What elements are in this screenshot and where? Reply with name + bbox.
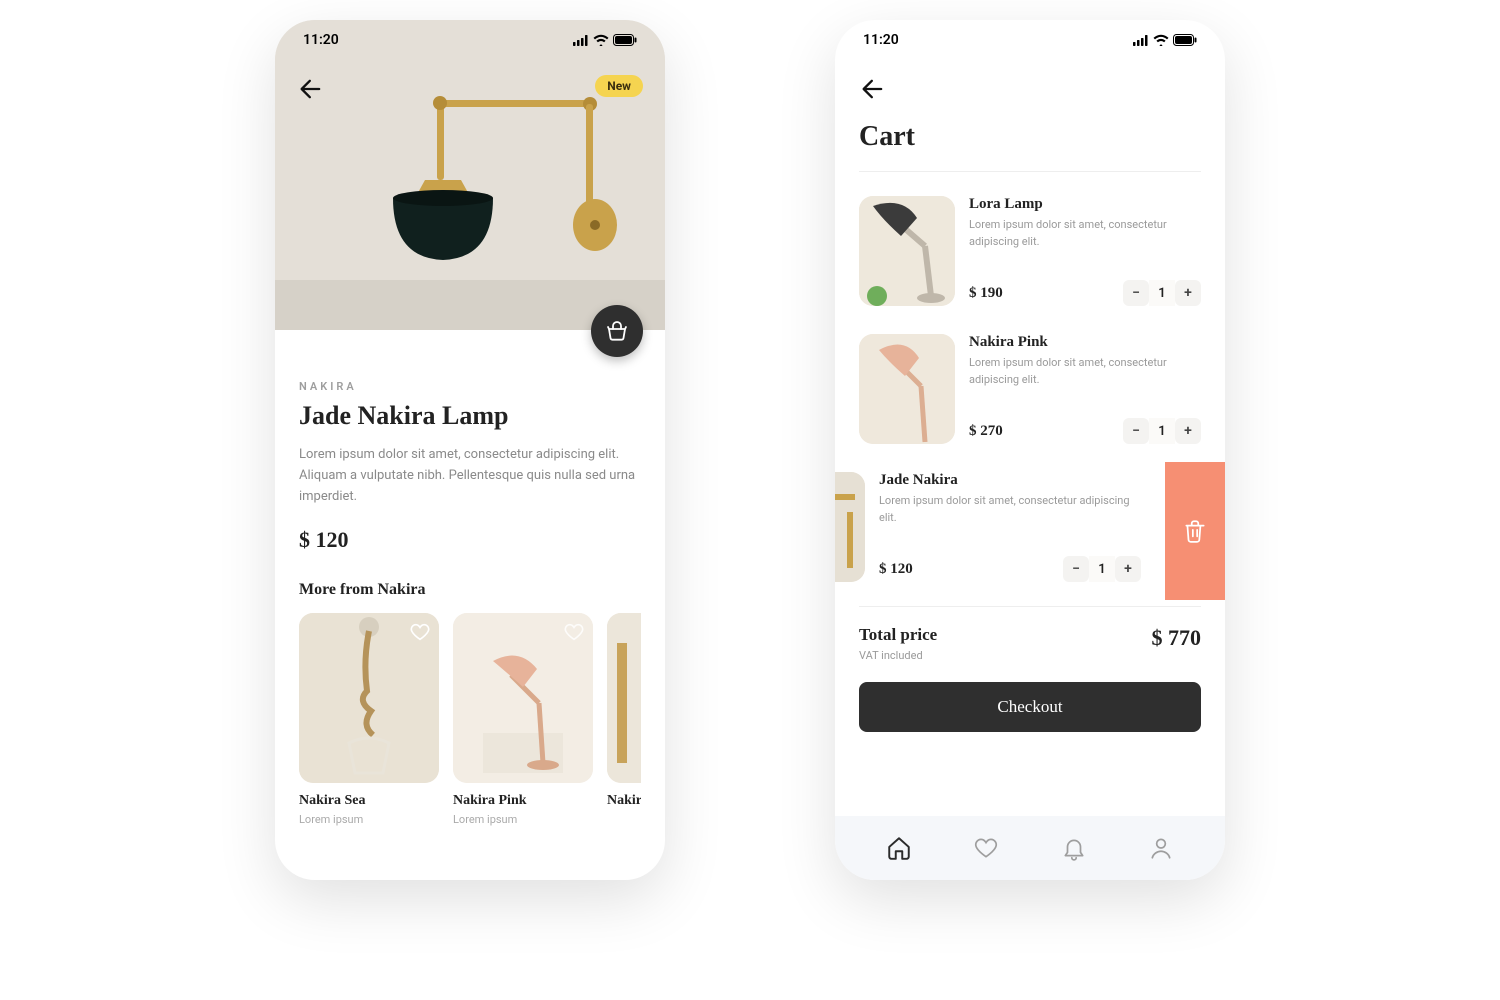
related-image bbox=[299, 613, 439, 783]
checkout-button[interactable]: Checkout bbox=[859, 682, 1201, 732]
status-bar: 11:20 bbox=[835, 20, 1225, 60]
related-sub: Lorem ipsum bbox=[299, 813, 439, 826]
related-name: Nakira Sea bbox=[299, 793, 439, 809]
related-sub: Lorem ipsum bbox=[453, 813, 593, 826]
status-time: 11:20 bbox=[303, 32, 339, 48]
cart-item-image bbox=[859, 196, 955, 306]
bell-icon bbox=[1061, 835, 1087, 861]
bottom-nav bbox=[835, 816, 1225, 880]
related-name: Nakira G bbox=[607, 793, 641, 809]
quantity-value: 1 bbox=[1089, 556, 1115, 582]
heart-icon[interactable] bbox=[409, 621, 431, 643]
new-badge: New bbox=[595, 75, 643, 97]
cart-item: Nakira Pink Lorem ipsum dolor sit amet, … bbox=[859, 324, 1201, 462]
total-label: Total price bbox=[859, 625, 937, 645]
cart-item-name: Jade Nakira bbox=[879, 472, 1141, 489]
cart-screen: 11:20 Cart L bbox=[835, 20, 1225, 880]
related-image bbox=[607, 613, 641, 783]
product-image bbox=[275, 20, 665, 330]
cart-item-image bbox=[859, 334, 955, 444]
nav-favorites[interactable] bbox=[973, 835, 999, 861]
basket-icon bbox=[605, 319, 629, 343]
related-card[interactable]: Nakira G bbox=[607, 613, 641, 826]
cart-item-desc: Lorem ipsum dolor sit amet, consectetur … bbox=[879, 493, 1141, 526]
trash-icon bbox=[1182, 518, 1208, 544]
back-button[interactable] bbox=[859, 75, 887, 103]
increase-button[interactable]: + bbox=[1175, 418, 1201, 444]
quantity-value: 1 bbox=[1149, 280, 1175, 306]
battery-icon bbox=[1173, 34, 1197, 46]
cart-item-name: Lora Lamp bbox=[969, 196, 1201, 213]
totals-row: Total price VAT included $ 770 bbox=[859, 606, 1201, 666]
wifi-icon bbox=[593, 34, 609, 46]
total-sub: VAT included bbox=[859, 649, 937, 662]
cart-item-desc: Lorem ipsum dolor sit amet, consectetur … bbox=[969, 217, 1201, 250]
related-card[interactable]: Nakira Pink Lorem ipsum bbox=[453, 613, 593, 826]
status-icons bbox=[1133, 34, 1197, 46]
home-icon bbox=[886, 835, 912, 861]
decrease-button[interactable]: − bbox=[1123, 280, 1149, 306]
product-description: Lorem ipsum dolor sit amet, consectetur … bbox=[299, 445, 641, 507]
brand-label: NAKIRA bbox=[299, 380, 641, 393]
product-details: NAKIRA Jade Nakira Lamp Lorem ipsum dolo… bbox=[275, 330, 665, 826]
related-image bbox=[453, 613, 593, 783]
decrease-button[interactable]: − bbox=[1063, 556, 1089, 582]
quantity-stepper: − 1 + bbox=[1063, 556, 1141, 582]
quantity-stepper: − 1 + bbox=[1123, 418, 1201, 444]
product-title: Jade Nakira Lamp bbox=[299, 401, 641, 431]
heart-icon[interactable] bbox=[563, 621, 585, 643]
status-bar: 11:20 bbox=[275, 20, 665, 60]
battery-icon bbox=[613, 34, 637, 46]
increase-button[interactable]: + bbox=[1115, 556, 1141, 582]
add-to-cart-button[interactable] bbox=[591, 305, 643, 357]
product-screen: 11:20 bbox=[275, 20, 665, 880]
signal-icon bbox=[1133, 35, 1149, 46]
quantity-value: 1 bbox=[1149, 418, 1175, 444]
more-from-title: More from Nakira bbox=[299, 581, 641, 599]
user-icon bbox=[1148, 835, 1174, 861]
nav-notifications[interactable] bbox=[1061, 835, 1087, 861]
product-hero: New bbox=[275, 20, 665, 330]
increase-button[interactable]: + bbox=[1175, 280, 1201, 306]
cart-item-price: $ 270 bbox=[969, 423, 1003, 440]
cart-item-price: $ 190 bbox=[969, 285, 1003, 302]
divider bbox=[859, 171, 1201, 172]
related-card[interactable]: Nakira Sea Lorem ipsum bbox=[299, 613, 439, 826]
nav-profile[interactable] bbox=[1148, 835, 1174, 861]
quantity-stepper: − 1 + bbox=[1123, 280, 1201, 306]
related-name: Nakira Pink bbox=[453, 793, 593, 809]
checkout-label: Checkout bbox=[997, 697, 1062, 717]
decrease-button[interactable]: − bbox=[1123, 418, 1149, 444]
cart-item-desc: Lorem ipsum dolor sit amet, consectetur … bbox=[969, 355, 1201, 388]
cart-item-price: $ 120 bbox=[879, 561, 913, 578]
status-time: 11:20 bbox=[863, 32, 899, 48]
cart-title: Cart bbox=[859, 121, 1201, 153]
cart-item-image bbox=[835, 472, 865, 582]
cart-item[interactable]: Jade Nakira Lorem ipsum dolor sit amet, … bbox=[835, 462, 1141, 600]
total-price: $ 770 bbox=[1152, 625, 1202, 651]
related-row[interactable]: Nakira Sea Lorem ipsum bbox=[299, 613, 641, 826]
back-button[interactable] bbox=[297, 75, 325, 103]
wifi-icon bbox=[1153, 34, 1169, 46]
signal-icon bbox=[573, 35, 589, 46]
cart-item: Lora Lamp Lorem ipsum dolor sit amet, co… bbox=[859, 186, 1201, 324]
product-price: $ 120 bbox=[299, 527, 641, 553]
cart-item-name: Nakira Pink bbox=[969, 334, 1201, 351]
nav-home[interactable] bbox=[886, 835, 912, 861]
status-icons bbox=[573, 34, 637, 46]
heart-icon bbox=[973, 835, 999, 861]
delete-button[interactable] bbox=[1165, 462, 1225, 600]
